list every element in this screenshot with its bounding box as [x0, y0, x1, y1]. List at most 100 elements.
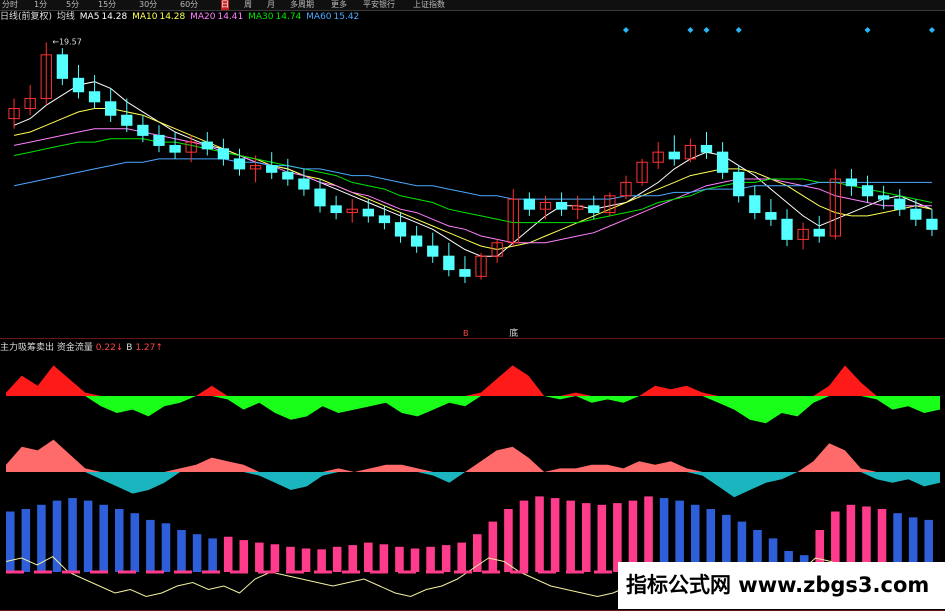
capital-flow-positive-area — [6, 365, 940, 396]
strength-bar — [301, 548, 311, 572]
buy-signal-diamond — [735, 27, 742, 33]
candle-body — [459, 269, 471, 277]
strength-bar — [146, 519, 155, 572]
buy-signal-diamond — [864, 27, 871, 33]
strength-bar — [130, 513, 140, 572]
sub-item1-value: 0.22↓ — [95, 343, 124, 353]
ma60-value: 15.42 — [333, 12, 360, 22]
panel-divider — [0, 338, 945, 339]
stock-chart: ←19.57B 底 — [5, 27, 940, 601]
candle-body — [233, 158, 246, 170]
candle-body — [56, 54, 69, 79]
sub-item2-value: 1.27↑ — [135, 343, 163, 353]
candle-body — [153, 134, 165, 146]
strength-bar — [597, 504, 607, 572]
strength-bar — [410, 548, 420, 572]
main-chart-header: 日线(前复权) 均线 MA5 14.28 MA10 14.28 MA20 14.41 … — [0, 11, 361, 23]
buy-signal-diamond — [928, 27, 935, 33]
strength-bar — [457, 542, 466, 572]
strength-bar — [177, 530, 186, 572]
candle-body — [894, 198, 906, 210]
money-momentum-negative-area — [6, 472, 940, 498]
candle-body — [749, 195, 761, 214]
strength-bar — [395, 546, 404, 572]
ma5-value: 14.28 — [101, 12, 128, 22]
strength-bar — [223, 536, 233, 572]
sub-item2-label: B — [126, 343, 133, 353]
candle-body — [588, 205, 600, 214]
low-marker-label: B — [463, 329, 469, 338]
strength-bar — [441, 545, 451, 572]
candle-body — [282, 171, 294, 180]
candle-body — [217, 148, 230, 160]
candle-body — [105, 101, 117, 116]
candle-body — [926, 218, 938, 230]
sub-item1-label: 资金流量 — [56, 343, 93, 353]
strength-bar — [6, 511, 15, 572]
candle-body — [314, 188, 326, 207]
candle-body — [910, 208, 922, 220]
candle-body — [266, 165, 278, 173]
candle-body — [845, 178, 858, 187]
candle-body — [201, 141, 213, 150]
candle-body — [733, 171, 745, 197]
candle-body — [72, 77, 85, 93]
strength-bar — [114, 509, 124, 572]
ma10-value: 14.28 — [159, 12, 186, 22]
strength-bar — [192, 534, 202, 572]
candle-body — [121, 114, 133, 126]
strength-bar — [644, 496, 653, 572]
strength-bar — [68, 498, 77, 572]
candle-body — [813, 228, 825, 237]
strength-bar — [348, 545, 358, 572]
watermark-text: 指标公式网 www.zbgs3.com — [626, 573, 930, 597]
buy-signal-diamond — [703, 27, 710, 33]
buy-signal-diamond — [687, 27, 694, 33]
candle-body — [169, 144, 181, 153]
ma20-label: MA20 — [190, 12, 216, 22]
strength-bar — [37, 504, 46, 572]
capital-flow-negative-area — [6, 396, 940, 424]
money-momentum-positive-area — [6, 439, 940, 472]
candle-body — [555, 201, 568, 210]
buy-signal-diamond — [622, 27, 629, 33]
strength-bar — [99, 504, 108, 572]
candle-body — [861, 185, 874, 197]
strength-bar — [473, 534, 482, 572]
candle-body — [523, 198, 536, 210]
strength-bar — [488, 521, 498, 572]
candle-body — [88, 91, 101, 103]
candle-body — [700, 144, 713, 153]
strength-bar — [519, 500, 529, 572]
strength-bar — [659, 498, 669, 572]
candle-body — [298, 178, 310, 190]
strength-bar — [286, 546, 295, 572]
ma5-label: MA5 — [79, 12, 100, 22]
indicator-label: 均线 — [56, 12, 75, 22]
candle-body — [716, 151, 729, 173]
candle-body — [330, 205, 342, 214]
ma30-label: MA30 — [248, 12, 274, 22]
ma30-value: 14.74 — [275, 12, 302, 22]
strength-bar — [364, 542, 373, 572]
strength-bar — [83, 500, 93, 572]
candle-body — [443, 255, 455, 271]
candle-body — [394, 222, 407, 237]
strength-bar — [21, 509, 31, 572]
strength-bar — [535, 496, 544, 572]
strength-bar — [317, 549, 326, 572]
candle-body — [877, 195, 890, 200]
ma60-label: MA60 — [306, 12, 332, 22]
ma-line-ma30 — [13, 138, 933, 224]
sub-indicator-header: 主力吸筹卖出 资金流量 0.22↓ B 1.27↑ — [0, 342, 163, 354]
candle-body — [427, 245, 439, 257]
strength-bar — [239, 540, 249, 572]
candle-body — [668, 151, 680, 160]
strength-bar — [379, 544, 389, 572]
ma10-label: MA10 — [132, 12, 158, 22]
period-label: 日线(前复权) — [0, 12, 53, 22]
strength-bar — [566, 500, 575, 572]
strength-bar — [270, 544, 280, 572]
strength-bar — [332, 546, 342, 572]
candle-body — [378, 215, 391, 224]
